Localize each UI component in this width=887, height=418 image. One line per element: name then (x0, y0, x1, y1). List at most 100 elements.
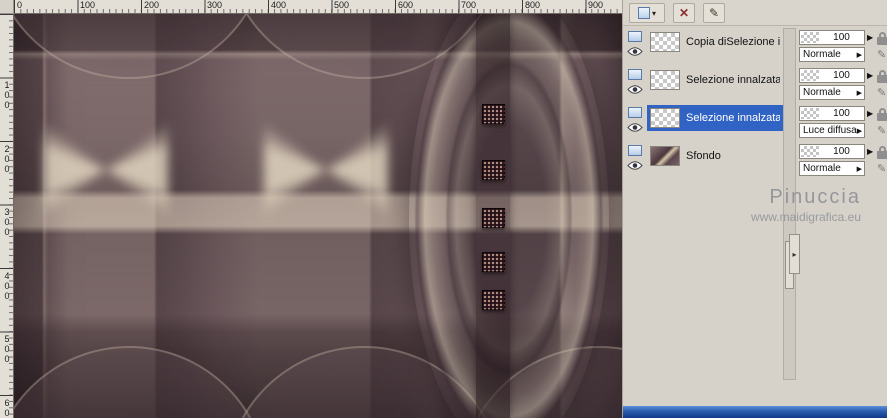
ruler-label: 600 (398, 0, 414, 10)
layer-row-main: Selezione innalzata 1 (647, 105, 783, 131)
canvas-image[interactable] (14, 14, 622, 418)
artwork-arc-top-left (14, 14, 269, 79)
ruler-label: 100 (80, 0, 96, 10)
artwork-textured-square (482, 208, 505, 228)
layer-thumbnail (650, 70, 680, 90)
edit-layer-button[interactable]: ✎ (703, 3, 725, 23)
chevron-right-icon: ▸ (792, 249, 797, 259)
raster-layer-icon (628, 69, 642, 80)
opacity-control[interactable]: 100 (799, 106, 865, 121)
chevron-down-icon: ▾ (651, 8, 656, 18)
blend-mode-dropdown[interactable]: Normale ▶ (799, 85, 865, 100)
lock-body (877, 75, 887, 83)
edit-properties-icon[interactable]: ✎ (877, 86, 886, 99)
ruler-label: 400 (271, 0, 287, 10)
pencil-icon: ✎ (708, 6, 720, 20)
ruler-label: 500 (334, 0, 350, 10)
layer-properties: 100 ▶ Luce diffusa ▶ ✎ (799, 104, 887, 140)
lock-body (877, 37, 887, 45)
ruler-label: 700 (461, 0, 477, 10)
raster-layer-icon (628, 107, 642, 118)
delete-icon: ✕ (678, 6, 690, 20)
watermark-url: www.maidigrafica.eu (750, 210, 861, 224)
layer-row[interactable]: Copia diSelezione inn (625, 28, 783, 66)
visibility-eye-icon[interactable] (627, 159, 643, 170)
ruler-label: 300 (207, 0, 223, 10)
blend-mode-dropdown[interactable]: Normale ▶ (799, 47, 865, 62)
lock-icon[interactable] (877, 146, 887, 159)
ruler-label: 0 (17, 0, 23, 10)
opacity-slider-handle[interactable]: ▶ (867, 109, 873, 118)
ruler-label: 500 (2, 334, 12, 364)
opacity-control[interactable]: 100 (799, 68, 865, 83)
layer-type-column (625, 68, 645, 94)
opacity-slider-handle[interactable]: ▶ (867, 147, 873, 156)
edit-properties-icon[interactable]: ✎ (877, 162, 886, 175)
opacity-value: 100 (833, 108, 850, 119)
blend-mode-value: Normale (803, 49, 841, 60)
ruler-label: 300 (2, 207, 12, 237)
psp-window: 0 100 200 300 400 500 600 700 800 900 10… (0, 0, 887, 418)
visibility-eye-icon[interactable] (627, 121, 643, 132)
layer-row-main: Copia diSelezione inn (647, 29, 783, 55)
horizontal-ruler: 0 100 200 300 400 500 600 700 800 900 (14, 0, 622, 14)
opacity-slider-handle[interactable]: ▶ (867, 33, 873, 42)
blend-mode-dropdown[interactable]: Luce diffusa ▶ (799, 123, 865, 138)
lock-icon[interactable] (877, 108, 887, 121)
opacity-track-icon (801, 32, 819, 43)
opacity-control[interactable]: 100 (799, 144, 865, 159)
layer-name: Selezione innalzata (686, 74, 780, 86)
blend-mode-value: Luce diffusa (803, 125, 857, 136)
artwork-textured-square (482, 160, 505, 180)
edit-properties-icon[interactable]: ✎ (877, 124, 886, 137)
opacity-control[interactable]: 100 (799, 30, 865, 45)
layer-properties: 100 ▶ Normale ▶ ✎ (799, 28, 887, 64)
chevron-right-icon: ▶ (856, 51, 862, 59)
artwork-bowtie-center (264, 104, 388, 236)
blend-mode-value: Normale (803, 163, 841, 174)
visibility-eye-icon[interactable] (627, 45, 643, 56)
lock-icon[interactable] (877, 70, 887, 83)
layer-type-column (625, 30, 645, 56)
artwork-bowtie-left (44, 104, 168, 236)
delete-layer-button[interactable]: ✕ (673, 3, 695, 23)
layer-row-main: Selezione innalzata (647, 67, 783, 93)
opacity-value: 100 (833, 146, 850, 157)
layer-thumbnail (650, 146, 680, 166)
ruler-label: 400 (2, 271, 12, 301)
layer-properties: 100 ▶ Normale ▶ ✎ (799, 142, 887, 178)
layer-properties: 100 ▶ Normale ▶ ✎ (799, 66, 887, 102)
layer-name: Copia diSelezione inn (686, 36, 780, 48)
layer-type-column (625, 144, 645, 170)
ruler-label: 200 (144, 0, 160, 10)
blend-mode-value: Normale (803, 87, 841, 98)
layers-palette: ▾ ✕ ✎ Copia diSelezione inn (622, 0, 887, 418)
layer-type-column (625, 106, 645, 132)
opacity-slider-handle[interactable]: ▶ (867, 71, 873, 80)
layer-row[interactable]: Selezione innalzata (625, 66, 783, 104)
opacity-track-icon (801, 70, 819, 81)
lock-body (877, 151, 887, 159)
bottom-title-bar (623, 406, 887, 418)
chevron-right-icon: ▶ (856, 165, 862, 173)
raster-layer-icon (628, 145, 642, 156)
layer-list: Copia diSelezione inn Selezione innalzat… (625, 28, 783, 180)
opacity-value: 100 (833, 32, 850, 43)
layer-row-background[interactable]: Sfondo (625, 142, 783, 180)
ruler-label: 900 (588, 0, 604, 10)
artwork-textured-square (482, 252, 505, 272)
vertical-ruler: 100 200 300 400 500 600 (0, 14, 14, 418)
watermark-name: Pinuccia (769, 186, 861, 208)
ruler-label: 800 (525, 0, 541, 10)
opacity-track-icon (801, 108, 819, 119)
new-layer-button[interactable]: ▾ (629, 3, 665, 23)
edit-properties-icon[interactable]: ✎ (877, 48, 886, 61)
lock-icon[interactable] (877, 32, 887, 45)
visibility-eye-icon[interactable] (627, 83, 643, 94)
lock-body (877, 113, 887, 121)
blend-mode-dropdown[interactable]: Normale ▶ (799, 161, 865, 176)
layer-name: Sfondo (686, 150, 721, 162)
layer-row-selected[interactable]: Selezione innalzata 1 (625, 104, 783, 142)
opacity-value: 100 (833, 70, 850, 81)
panel-flyout-button[interactable]: ▸ (789, 234, 800, 274)
